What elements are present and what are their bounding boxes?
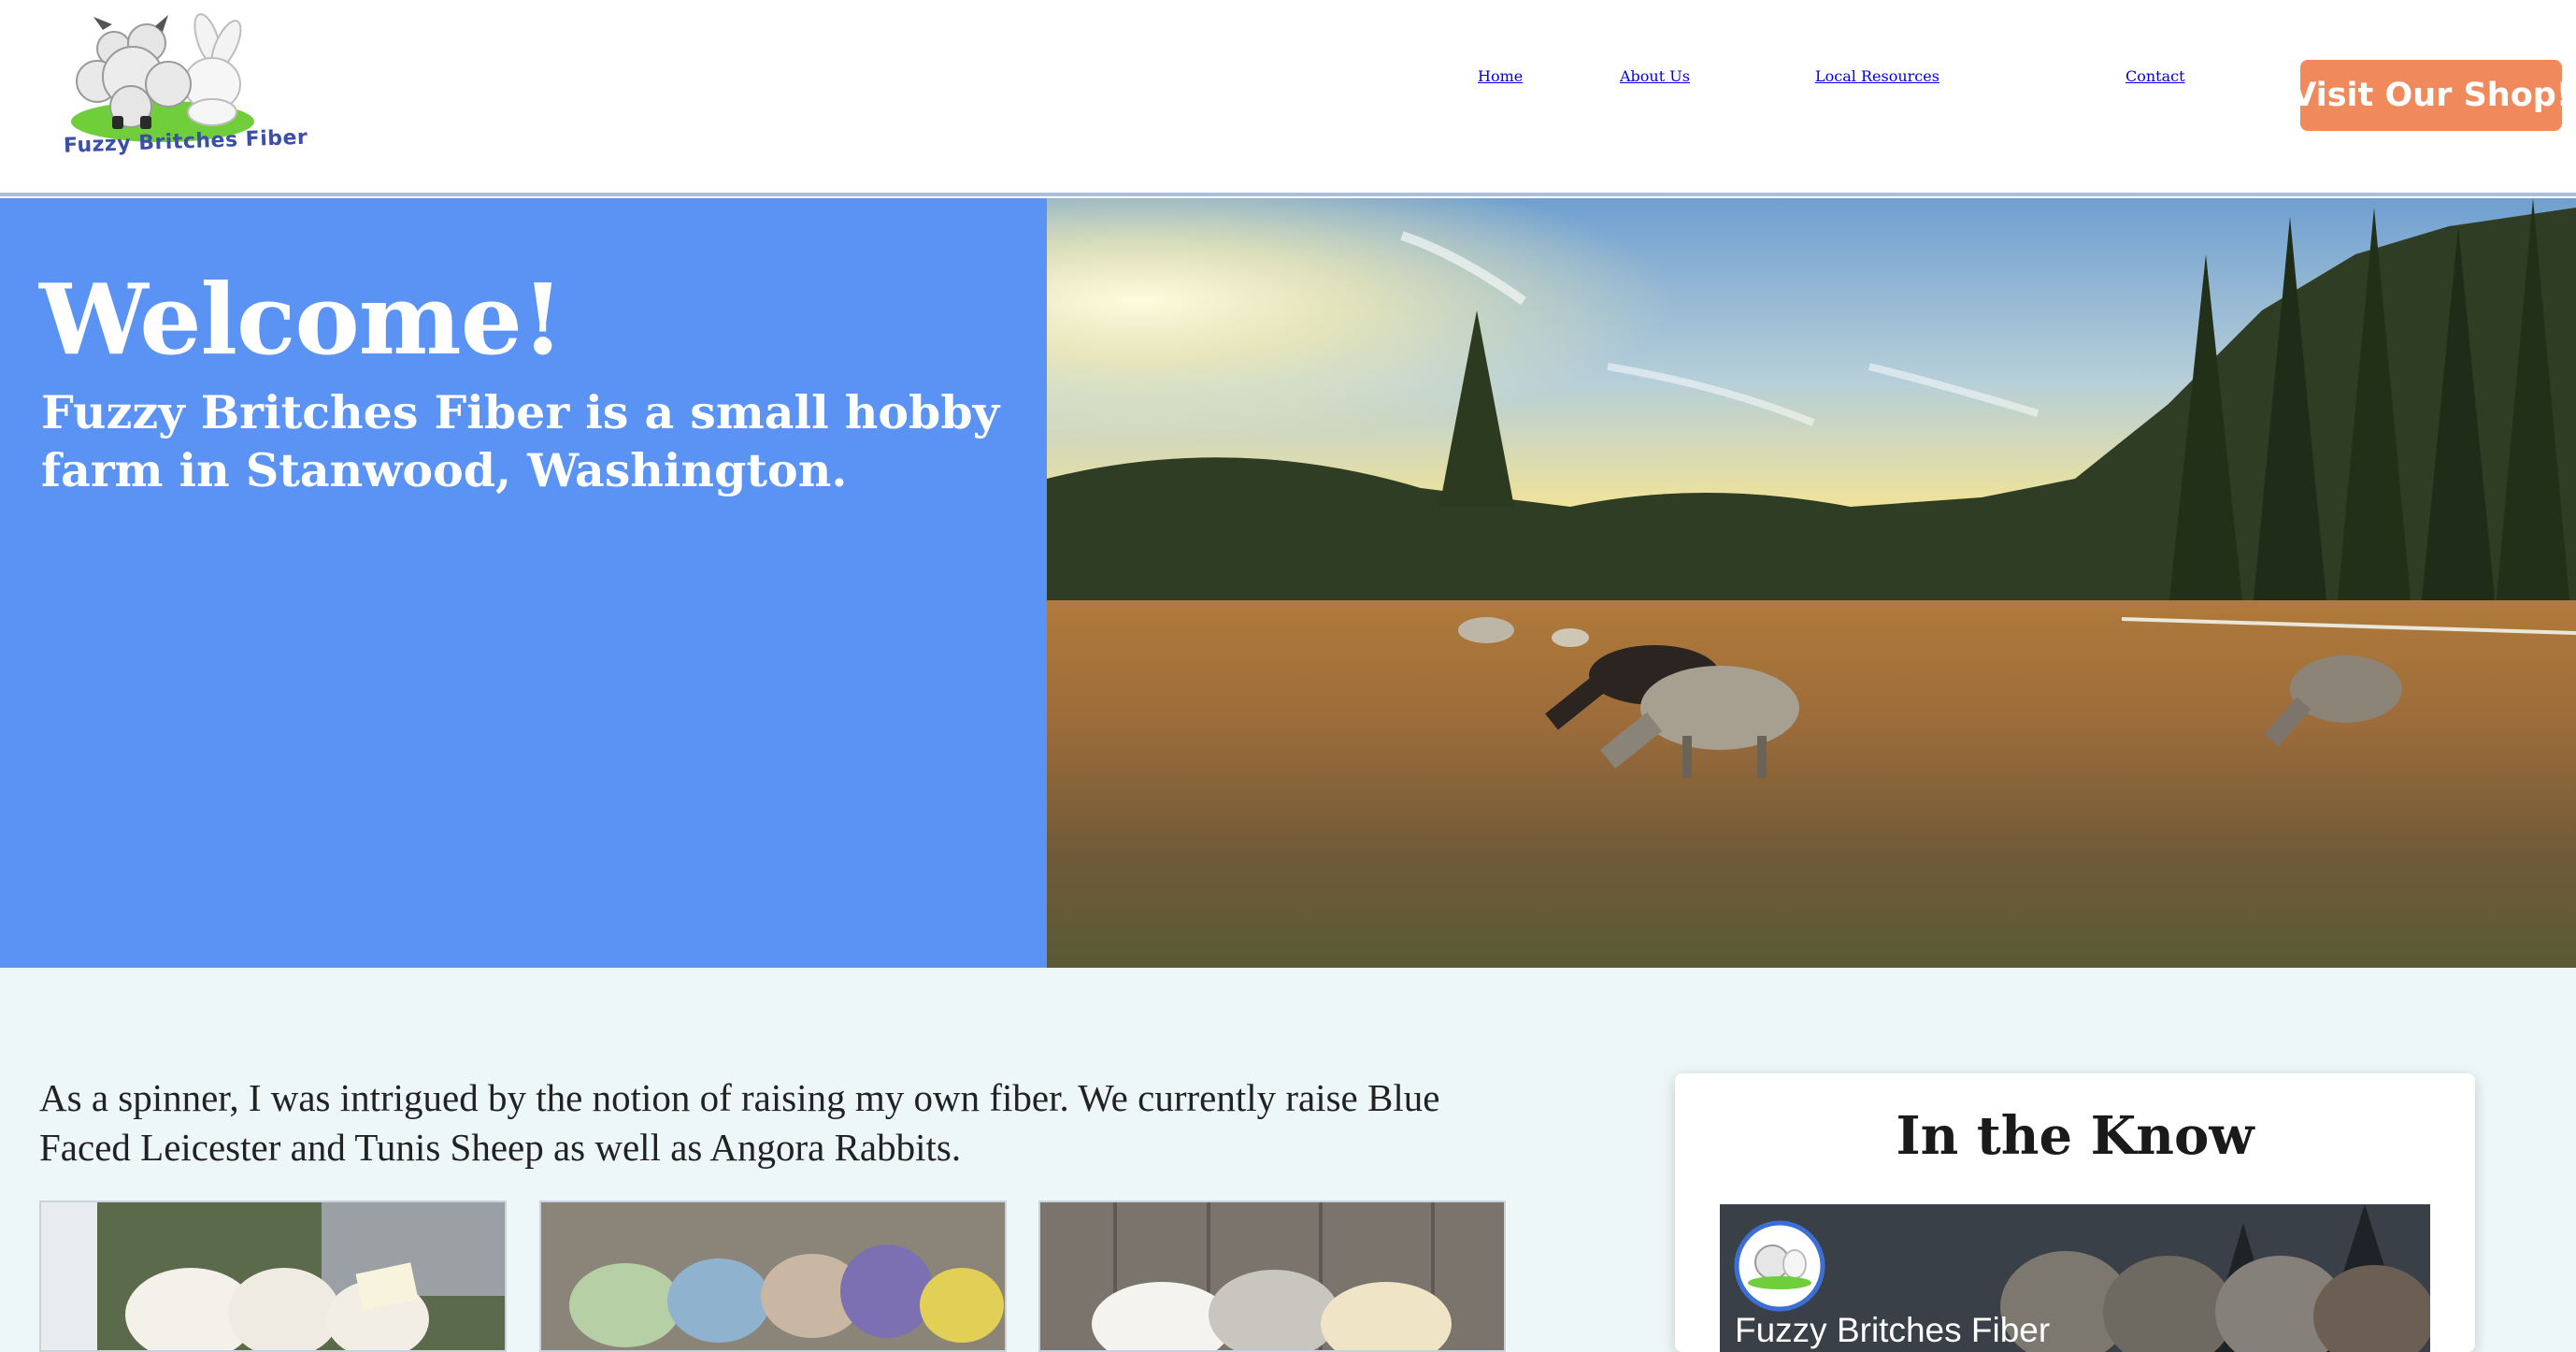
intro-paragraph: As a spinner, I was intrigued by the not… <box>39 1076 1440 1169</box>
in-the-know-card: In the Know Fuzzy Britches Fiber <box>1675 1073 2475 1352</box>
white-roving-photo[interactable] <box>39 1201 507 1352</box>
nav-about-us[interactable]: About Us <box>1620 67 1690 85</box>
card-title: In the Know <box>1896 1105 2254 1167</box>
nav-contact[interactable]: Contact <box>2125 67 2185 85</box>
nav-local-resources[interactable]: Local Resources <box>1815 67 1939 85</box>
hero-subtitle: Fuzzy Britches Fiber is a small hobby fa… <box>41 385 1000 497</box>
nav-home[interactable]: Home <box>1478 67 1523 85</box>
hero-title: Welcome! <box>39 262 565 377</box>
visit-shop-button[interactable]: Visit Our Shop! <box>2291 60 2571 131</box>
hero-pasture-photo <box>1047 198 2576 968</box>
handspun-yarn-photo[interactable] <box>539 1201 1007 1352</box>
site-header: Fuzzy Britches Fiber Home About Us Local… <box>0 0 2576 196</box>
facebook-page-name[interactable]: Fuzzy Britches Fiber <box>1735 1311 2050 1350</box>
facebook-page-embed[interactable]: Fuzzy Britches Fiber <box>1720 1204 2430 1352</box>
raw-fleece-photo[interactable] <box>1038 1201 1506 1352</box>
